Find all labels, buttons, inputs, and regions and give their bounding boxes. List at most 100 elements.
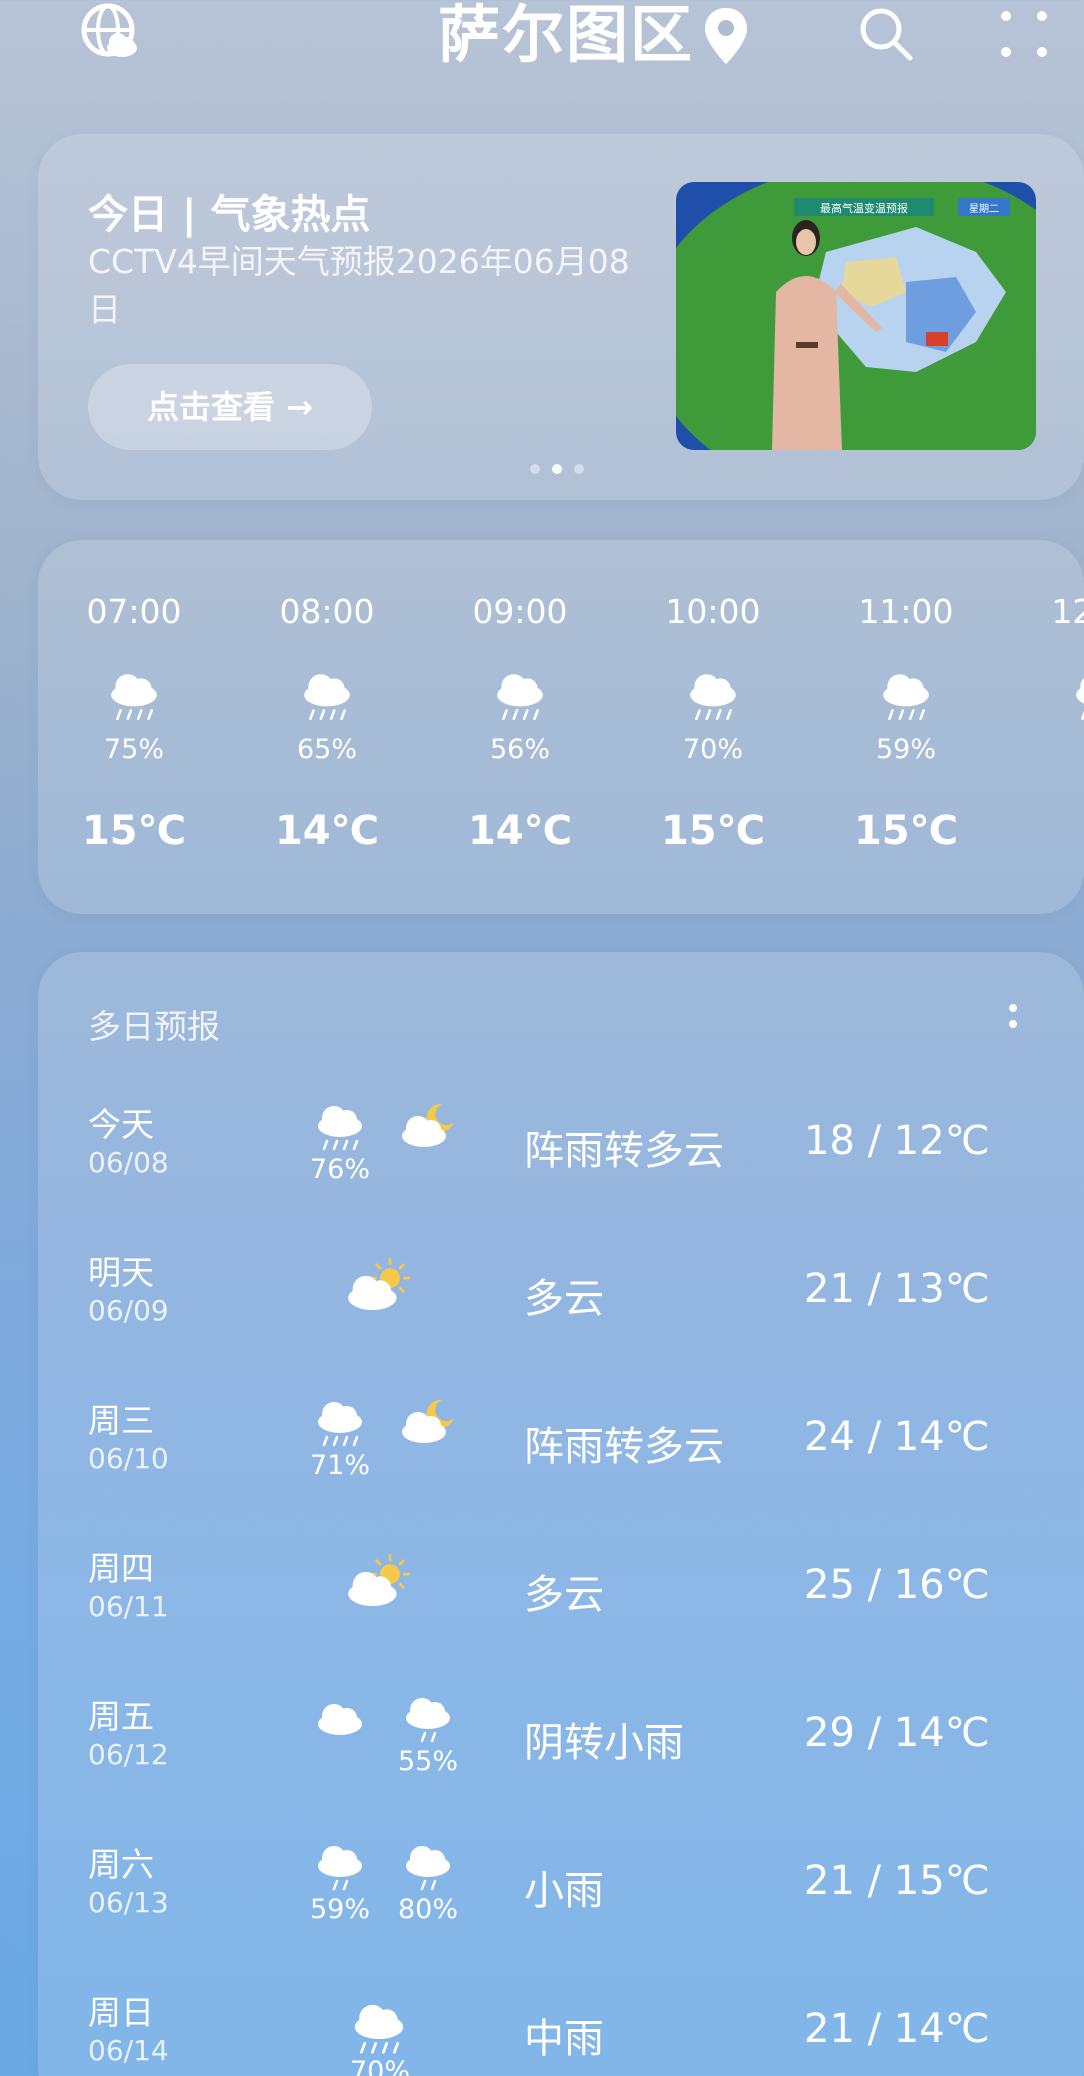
news-title: 今日 | 气象热点 — [88, 192, 371, 238]
hour-temperature: 1 — [1019, 808, 1084, 854]
day-temperature-range: 21 / 14℃ — [804, 2006, 990, 2052]
daily-forecast-title: 多日预报 — [88, 1007, 220, 1046]
day-row[interactable]: 周四 06/11 多云 25 / 16℃ — [38, 1536, 1084, 1684]
day-condition: 中雨 — [524, 2016, 604, 2062]
day-name: 明天 — [88, 1253, 154, 1292]
carousel-dot[interactable] — [530, 464, 540, 474]
hour-precip-probability: 70% — [682, 734, 743, 765]
forecast-video-thumbnail[interactable]: 最高气温变温预报 星期二 — [676, 182, 1036, 450]
carousel-dot[interactable] — [574, 464, 584, 474]
day-date: 06/08 — [88, 1146, 169, 1179]
hour-temperature: 15℃ — [853, 808, 959, 854]
hour-time: 10:00 — [665, 592, 761, 631]
hour-time: 09:00 — [472, 592, 568, 631]
day-temperature-range: 21 / 15℃ — [804, 1858, 990, 1904]
day-date: 06/10 — [88, 1442, 169, 1475]
moon-cloud-icon — [398, 1396, 458, 1450]
rain-cloud-icon — [346, 1998, 412, 2058]
day-condition: 多云 — [524, 1276, 604, 1322]
day-precip-probability: 59% — [309, 1894, 370, 1925]
night-precip-probability: 55% — [397, 1746, 458, 1777]
night-precip-probability: 80% — [397, 1894, 458, 1925]
top-bar: 萨尔图区 — [0, 0, 1084, 80]
hour-temperature: 15℃ — [660, 808, 766, 854]
search-icon — [860, 8, 913, 61]
rain-cloud-icon — [291, 668, 363, 724]
carousel-dots[interactable] — [530, 460, 590, 474]
rain-cloud-icon — [98, 668, 170, 724]
rain-cloud-icon — [870, 668, 942, 724]
day-date: 06/12 — [88, 1738, 169, 1771]
day-name: 周三 — [88, 1401, 154, 1440]
day-name: 周五 — [88, 1697, 154, 1736]
day-precip-probability: 71% — [309, 1450, 370, 1481]
multi-day-forecast-card: 多日预报 今天 06/08 76% 阵雨转多云 18 / 12℃ 明天 06/09 多云 21 … — [38, 952, 1084, 2076]
hour-precip-probability: 75% — [103, 734, 164, 765]
day-date: 06/14 — [88, 2034, 169, 2067]
search-button[interactable] — [856, 4, 916, 64]
light-rain-icon — [398, 1840, 458, 1894]
rain-cloud-icon — [677, 668, 749, 724]
globe-cloud-icon — [81, 3, 137, 57]
hour-time: 11:00 — [858, 592, 954, 631]
hour-precip-probability: 59% — [875, 734, 936, 765]
hour-temperature: 14℃ — [467, 808, 573, 854]
hour-precip-probability: 7 — [1019, 734, 1084, 765]
day-date: 06/11 — [88, 1590, 169, 1623]
day-temperature-range: 18 / 12℃ — [804, 1118, 990, 1164]
day-condition: 阵雨转多云 — [524, 1128, 724, 1174]
day-temperature-range: 24 / 14℃ — [804, 1414, 990, 1460]
day-row[interactable]: 周三 06/10 71% 阵雨转多云 24 / 14℃ — [38, 1388, 1084, 1536]
partly-cloudy-icon — [346, 1554, 412, 1614]
location-pin-icon — [702, 6, 750, 66]
day-condition: 阵雨转多云 — [524, 1424, 724, 1470]
day-row[interactable]: 周六 06/13 59% 80% 小雨 21 / 15℃ — [38, 1832, 1084, 1980]
day-date: 06/09 — [88, 1294, 169, 1327]
day-row[interactable]: 明天 06/09 多云 21 / 13℃ — [38, 1240, 1084, 1388]
more-dots-icon — [1001, 11, 1047, 57]
day-condition: 阴转小雨 — [524, 1720, 684, 1766]
day-condition: 多云 — [524, 1572, 604, 1618]
day-precip-probability: 76% — [309, 1154, 370, 1185]
light-rain-icon — [398, 1692, 458, 1746]
daily-more-button[interactable] — [998, 992, 1028, 1052]
rain-cloud-icon — [484, 668, 556, 724]
hour-time: 12:00 — [1051, 592, 1084, 631]
overcast-cloud-icon — [310, 1692, 370, 1746]
view-news-button[interactable]: 点击查看 → — [88, 364, 372, 450]
vertical-dots-icon — [1009, 1004, 1017, 1028]
day-name: 今天 — [88, 1105, 154, 1144]
rain-cloud-icon — [310, 1396, 370, 1450]
hour-precip-probability: 56% — [489, 734, 550, 765]
day-temperature-range: 21 / 13℃ — [804, 1266, 990, 1312]
carousel-dot-active[interactable] — [552, 464, 562, 474]
more-menu-button[interactable] — [996, 6, 1052, 62]
city-title[interactable]: 萨尔图区 — [438, 0, 694, 70]
weather-news-card[interactable]: 今日 | 气象热点 CCTV4早间天气预报2026年06月08日 点击查看 → … — [38, 134, 1084, 500]
hour-time: 07:00 — [86, 592, 182, 631]
hour-precip-probability: 65% — [296, 734, 357, 765]
day-row[interactable]: 今天 06/08 76% 阵雨转多云 18 / 12℃ — [38, 1092, 1084, 1240]
day-name: 周日 — [88, 1993, 154, 2032]
day-precip-probability: 70% — [349, 2056, 410, 2076]
partly-cloudy-icon — [346, 1258, 412, 1318]
rain-cloud-icon — [310, 1100, 370, 1154]
day-date: 06/13 — [88, 1886, 169, 1919]
day-temperature-range: 25 / 16℃ — [804, 1562, 990, 1608]
hourly-forecast-card[interactable]: 07:00 75% 15℃ 08:00 65% 14℃ 09:00 56% 14℃ 10:00 70… — [38, 540, 1084, 914]
hour-temperature: 14℃ — [274, 808, 380, 854]
day-name: 周六 — [88, 1845, 154, 1884]
rain-cloud-icon — [1063, 668, 1084, 724]
day-row[interactable]: 周日 06/14 70% 中雨 21 / 14℃ — [38, 1980, 1084, 2076]
light-rain-icon — [310, 1840, 370, 1894]
day-name: 周四 — [88, 1549, 154, 1588]
day-row[interactable]: 周五 06/12 55% 阴转小雨 29 / 14℃ — [38, 1684, 1084, 1832]
hour-temperature: 15℃ — [81, 808, 187, 854]
news-subtitle: CCTV4早间天气预报2026年06月08日 — [88, 242, 630, 329]
day-temperature-range: 29 / 14℃ — [804, 1710, 990, 1756]
thumbnail-day-tag: 星期二 — [969, 203, 999, 215]
cities-button[interactable] — [80, 2, 142, 64]
day-condition: 小雨 — [524, 1868, 604, 1914]
thumbnail-caption: 最高气温变温预报 — [820, 201, 908, 215]
hour-time: 08:00 — [279, 592, 375, 631]
